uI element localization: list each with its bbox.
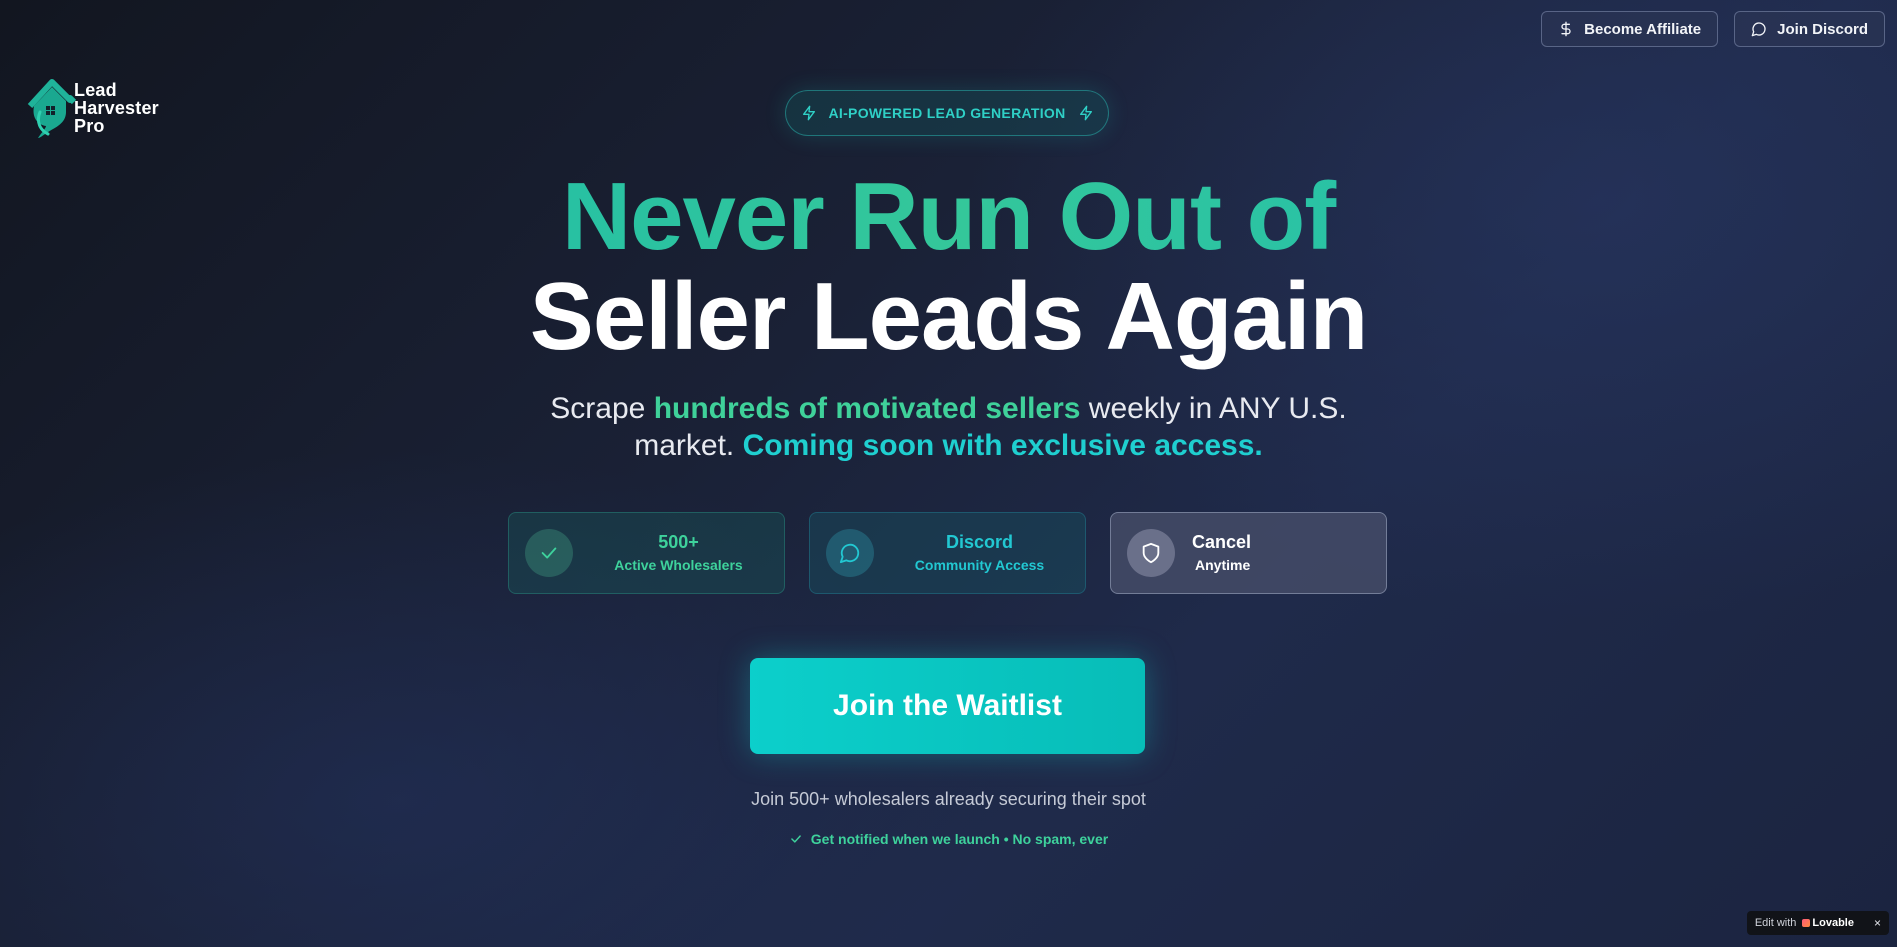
join-discord-button[interactable]: Join Discord bbox=[1734, 11, 1885, 47]
feature-card-discord: Discord Community Access bbox=[809, 512, 1086, 594]
notify-text: Get notified when we launch • No spam, e… bbox=[810, 831, 1109, 847]
feature-cards: 500+ Active Wholesalers Discord Communit… bbox=[508, 512, 1387, 594]
feature-card-cancel: Cancel Anytime bbox=[1110, 512, 1387, 594]
join-waitlist-button[interactable]: Join the Waitlist bbox=[750, 658, 1145, 754]
check-icon bbox=[790, 835, 801, 843]
chat-bubble-icon bbox=[1751, 22, 1766, 37]
feature-subtitle: Active Wholesalers bbox=[614, 557, 743, 573]
logo-text: Lead Harvester Pro bbox=[74, 81, 159, 135]
social-proof-text: Join 500+ wholesalers already securing t… bbox=[751, 789, 1146, 809]
join-discord-label: Join Discord bbox=[1777, 20, 1868, 38]
become-affiliate-label: Become Affiliate bbox=[1584, 20, 1702, 38]
chat-bubble-icon bbox=[839, 543, 860, 564]
dollar-icon bbox=[1561, 21, 1571, 37]
feature-text: 500+ Active Wholesalers bbox=[573, 531, 784, 575]
subheadline: Scrape hundreds of motivated sellers wee… bbox=[500, 390, 1397, 464]
subheadline-highlight-sellers: hundreds of motivated sellers bbox=[653, 392, 1081, 425]
headline-line-2: Seller Leads Again bbox=[529, 263, 1368, 370]
feature-subtitle: Community Access bbox=[914, 557, 1045, 573]
headline-line-1: Never Run Out of bbox=[0, 162, 1897, 272]
lovable-prefix: Edit with bbox=[1754, 917, 1797, 929]
logo[interactable]: Lead Harvester Pro bbox=[26, 76, 159, 140]
feature-text: Discord Community Access bbox=[874, 531, 1085, 575]
feature-icon-wrap bbox=[826, 529, 874, 577]
lovable-brand-label: Lovable bbox=[1812, 917, 1854, 929]
logo-line-2: Harvester bbox=[74, 98, 159, 118]
become-affiliate-button[interactable]: Become Affiliate bbox=[1541, 11, 1719, 47]
feature-text: Cancel Anytime bbox=[1192, 531, 1386, 575]
lovable-heart-icon bbox=[1802, 919, 1811, 927]
feature-title: Discord bbox=[945, 532, 1014, 552]
lovable-brand: Lovable bbox=[1802, 917, 1854, 929]
subheadline-highlight-coming-soon: Coming soon with exclusive access. bbox=[742, 429, 1263, 462]
shield-icon bbox=[1142, 542, 1160, 564]
house-leaf-logo-icon bbox=[27, 79, 76, 138]
feature-icon-wrap bbox=[1127, 529, 1175, 577]
feature-icon-wrap bbox=[525, 529, 573, 577]
close-icon[interactable]: × bbox=[1874, 916, 1881, 930]
lightning-icon bbox=[802, 105, 815, 121]
top-actions: Become Affiliate Join Discord bbox=[1541, 11, 1885, 47]
notify-note: Get notified when we launch • No spam, e… bbox=[0, 831, 1897, 847]
badge-label: AI-POWERED LEAD GENERATION bbox=[828, 105, 1066, 121]
lightning-icon bbox=[1079, 105, 1092, 121]
edit-with-lovable-badge[interactable]: Edit with Lovable × bbox=[1746, 911, 1889, 935]
logo-line-3: Pro bbox=[74, 116, 105, 136]
logo-line-1: Lead bbox=[74, 80, 117, 100]
feature-title: Cancel bbox=[1192, 532, 1252, 552]
feature-title: 500+ bbox=[658, 532, 699, 552]
subheadline-part-1: Scrape bbox=[550, 392, 654, 425]
check-icon bbox=[541, 547, 557, 559]
ai-badge: AI-POWERED LEAD GENERATION bbox=[785, 90, 1109, 136]
feature-subtitle: Anytime bbox=[1195, 557, 1251, 573]
feature-card-wholesalers: 500+ Active Wholesalers bbox=[508, 512, 785, 594]
